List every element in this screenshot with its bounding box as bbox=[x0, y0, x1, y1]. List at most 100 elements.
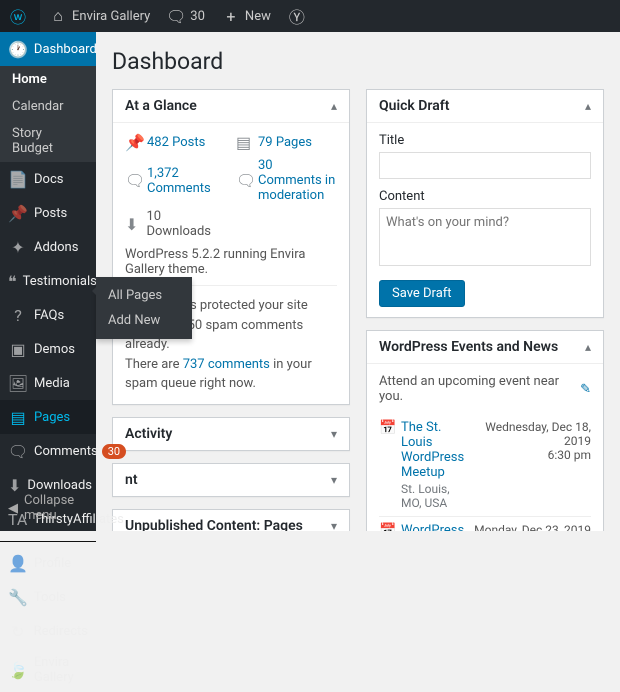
menu-posts[interactable]: 📌Posts bbox=[0, 196, 96, 230]
tools-icon: 🔧 bbox=[8, 587, 28, 607]
menu-media[interactable]: 🖼Media bbox=[0, 366, 96, 400]
event-date: Wednesday, Dec 18, 20196:30 pm bbox=[472, 420, 591, 510]
glance-posts[interactable]: 📌482 Posts bbox=[125, 133, 226, 152]
menu-docs[interactable]: 📄Docs bbox=[0, 162, 96, 196]
envira-icon: 🍃 bbox=[8, 660, 28, 680]
comment-icon: 🗨 bbox=[236, 171, 252, 190]
qd-content-label: Content bbox=[379, 189, 591, 204]
chevron-down-icon: ▾ bbox=[331, 427, 337, 441]
dashboard-icon: 🕐 bbox=[8, 39, 28, 59]
quick-draft-box: Quick Draft▴ Title Content Save Draft bbox=[366, 89, 604, 318]
qd-title-input[interactable] bbox=[379, 152, 591, 179]
submenu-home[interactable]: Home bbox=[0, 66, 96, 93]
glance-pages[interactable]: ▤79 Pages bbox=[236, 133, 337, 152]
admin-topbar: ⓦ ⌂ Envira Gallery 🗨 30 + New Ⓨ bbox=[0, 0, 620, 32]
unpublished-header[interactable]: nt▾ bbox=[113, 464, 349, 496]
event-row: 📅WordPress Meetup WestSaint Charles, MO,… bbox=[379, 517, 591, 531]
menu-pages[interactable]: ▤Pages bbox=[0, 400, 96, 434]
chevron-up-icon: ▴ bbox=[585, 340, 591, 354]
menu-addons[interactable]: ✦Addons bbox=[0, 230, 96, 264]
unpublished-box: Unpublished Content: Pages▾ bbox=[112, 509, 350, 532]
calendar-icon: 📅 bbox=[379, 420, 393, 510]
pencil-icon[interactable]: ✎ bbox=[580, 382, 591, 397]
comments-link[interactable]: 🗨 30 bbox=[158, 0, 213, 32]
docs-icon: 📄 bbox=[8, 169, 28, 189]
new-link[interactable]: + New bbox=[213, 0, 279, 32]
comments-count: 30 bbox=[190, 9, 205, 24]
page-title: Dashboard bbox=[112, 48, 604, 75]
faq-icon: ? bbox=[8, 305, 28, 325]
new-label: New bbox=[245, 9, 271, 24]
site-name: Envira Gallery bbox=[72, 9, 150, 24]
pages-flyout: All Pages Add New bbox=[96, 277, 192, 339]
flyout-add-new[interactable]: Add New bbox=[96, 308, 192, 333]
events-news-header[interactable]: WordPress Events and News▴ bbox=[367, 331, 603, 364]
submenu-story-budget[interactable]: Story Budget bbox=[0, 120, 96, 162]
at-a-glance-box: At a Glance▴ 📌482 Posts ▤79 Pages 🗨1,372… bbox=[112, 89, 350, 405]
comment-icon: 🗨 bbox=[166, 6, 186, 26]
menu-tools[interactable]: 🔧Tools bbox=[0, 580, 96, 614]
qd-title-label: Title bbox=[379, 133, 591, 148]
spam-queue-link[interactable]: 737 comments bbox=[183, 357, 270, 372]
activity-header[interactable]: Activity▾ bbox=[113, 418, 349, 450]
plus-icon: + bbox=[221, 6, 241, 26]
download-icon: ⬇ bbox=[125, 215, 140, 234]
menu-faqs[interactable]: ?FAQs bbox=[0, 298, 96, 332]
pin-icon: 📌 bbox=[125, 133, 141, 152]
redirect-icon: ↻ bbox=[8, 621, 28, 641]
addons-icon: ✦ bbox=[8, 237, 28, 257]
site-link[interactable]: ⌂ Envira Gallery bbox=[40, 0, 158, 32]
chevron-up-icon: ▴ bbox=[331, 99, 337, 113]
chevron-down-icon: ▾ bbox=[331, 519, 337, 532]
at-a-glance-header[interactable]: At a Glance▴ bbox=[113, 90, 349, 123]
unpublished-header[interactable]: Unpublished Content: Pages▾ bbox=[113, 510, 349, 532]
menu-testimonials[interactable]: ❝Testimonials bbox=[0, 264, 96, 298]
yoast-link[interactable]: Ⓨ bbox=[279, 0, 319, 32]
quick-draft-header[interactable]: Quick Draft▴ bbox=[367, 90, 603, 123]
glance-moderation[interactable]: 🗨30 Comments in moderation bbox=[236, 158, 337, 203]
menu-profile[interactable]: 👤Profile bbox=[0, 546, 96, 580]
menu-redirects[interactable]: ↻Redirects bbox=[0, 614, 96, 648]
save-draft-button[interactable]: Save Draft bbox=[379, 280, 465, 307]
yoast-icon: Ⓨ bbox=[287, 6, 307, 26]
unpublished-box: nt▾ bbox=[112, 463, 350, 497]
menu-envira[interactable]: 🍃Envira Gallery bbox=[0, 648, 96, 692]
flyout-all-pages[interactable]: All Pages bbox=[96, 283, 192, 308]
event-row: 📅The St. Louis WordPress MeetupSt. Louis… bbox=[379, 414, 591, 517]
pin-icon: 📌 bbox=[8, 203, 28, 223]
event-location: St. Louis, MO, USA bbox=[401, 482, 464, 510]
quote-icon: ❝ bbox=[8, 271, 17, 291]
home-icon: ⌂ bbox=[48, 6, 68, 26]
media-icon: 🖼 bbox=[8, 373, 28, 393]
wordpress-icon: ⓦ bbox=[8, 6, 28, 26]
qd-content-textarea[interactable] bbox=[379, 208, 591, 266]
glance-comments[interactable]: 🗨1,372 Comments bbox=[125, 158, 226, 203]
event-date: Monday, Dec 23, 20196:30 pm bbox=[474, 523, 591, 531]
chevron-down-icon: ▾ bbox=[331, 473, 337, 487]
admin-sidebar: 🕐Dashboard Home Calendar Story Budget 📄D… bbox=[0, 32, 96, 531]
submenu-calendar[interactable]: Calendar bbox=[0, 93, 96, 120]
wp-logo[interactable]: ⓦ bbox=[0, 0, 40, 32]
collapse-icon: ◀ bbox=[8, 501, 18, 516]
menu-dashboard[interactable]: 🕐Dashboard bbox=[0, 32, 96, 66]
page-icon: ▤ bbox=[236, 133, 252, 152]
comment-icon: 🗨 bbox=[8, 441, 28, 461]
profile-icon: 👤 bbox=[8, 553, 28, 573]
events-intro: Attend an upcoming event near you.✎ bbox=[379, 374, 591, 404]
events-news-box: WordPress Events and News▴ Attend an upc… bbox=[366, 330, 604, 531]
comments-badge: 30 bbox=[102, 444, 126, 459]
event-title-link[interactable]: WordPress Meetup West bbox=[401, 523, 466, 531]
comment-icon: 🗨 bbox=[125, 171, 141, 190]
submenu-dashboard: Home Calendar Story Budget bbox=[0, 66, 96, 162]
pages-icon: ▤ bbox=[8, 407, 28, 427]
calendar-icon: 📅 bbox=[379, 523, 393, 531]
demos-icon: ▣ bbox=[8, 339, 28, 359]
menu-comments[interactable]: 🗨Comments30 bbox=[0, 434, 96, 468]
menu-demos[interactable]: ▣Demos bbox=[0, 332, 96, 366]
glance-downloads: ⬇10 Downloads bbox=[125, 209, 226, 239]
chevron-up-icon: ▴ bbox=[585, 99, 591, 113]
event-title-link[interactable]: The St. Louis WordPress Meetup bbox=[401, 420, 464, 480]
activity-box: Activity▾ bbox=[112, 417, 350, 451]
wp-version: WordPress 5.2.2 running Envira Gallery t… bbox=[125, 247, 337, 277]
collapse-menu[interactable]: ◀Collapse menu bbox=[0, 485, 96, 531]
